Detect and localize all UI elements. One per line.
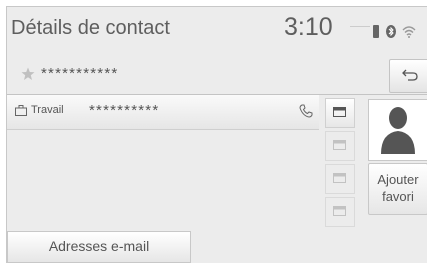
briefcase-icon — [15, 105, 27, 116]
send-email-button[interactable] — [325, 98, 355, 128]
contact-details-screen: Détails de contact 3:10 *********** Trav… — [6, 6, 427, 263]
clock: 3:10 — [284, 13, 333, 41]
status-divider — [350, 26, 370, 36]
contact-name: *********** — [41, 65, 119, 82]
envelope-icon — [333, 206, 346, 216]
add-favorite-label: Ajouter favori — [377, 172, 419, 204]
phone-type-label: Travail — [31, 104, 64, 116]
phone-number: ********** — [89, 102, 160, 119]
send-email-button-disabled — [325, 131, 355, 161]
person-silhouette-icon — [381, 107, 415, 154]
call-icon — [299, 104, 313, 118]
back-arrow-icon — [402, 69, 418, 81]
contact-name-row: *********** — [7, 57, 387, 91]
send-email-button-disabled — [325, 197, 355, 227]
phone-signal-icon — [373, 25, 379, 38]
bluetooth-icon — [386, 25, 396, 38]
envelope-icon — [333, 107, 346, 117]
header: Détails de contact 3:10 — [7, 7, 427, 53]
page-title: Détails de contact — [11, 17, 170, 39]
email-addresses-label: Adresses e-mail — [48, 238, 150, 254]
email-addresses-button[interactable]: Adresses e-mail — [7, 231, 191, 263]
wifi-icon — [402, 26, 416, 38]
phone-number-row[interactable]: Travail ********** — [7, 95, 319, 130]
envelope-icon — [333, 173, 346, 183]
add-favorite-button[interactable]: Ajouter favori — [368, 163, 427, 215]
envelope-icon — [333, 140, 346, 150]
star-icon[interactable] — [21, 67, 35, 81]
back-button[interactable] — [389, 59, 427, 93]
send-email-button-disabled — [325, 164, 355, 194]
contact-avatar — [368, 99, 427, 161]
